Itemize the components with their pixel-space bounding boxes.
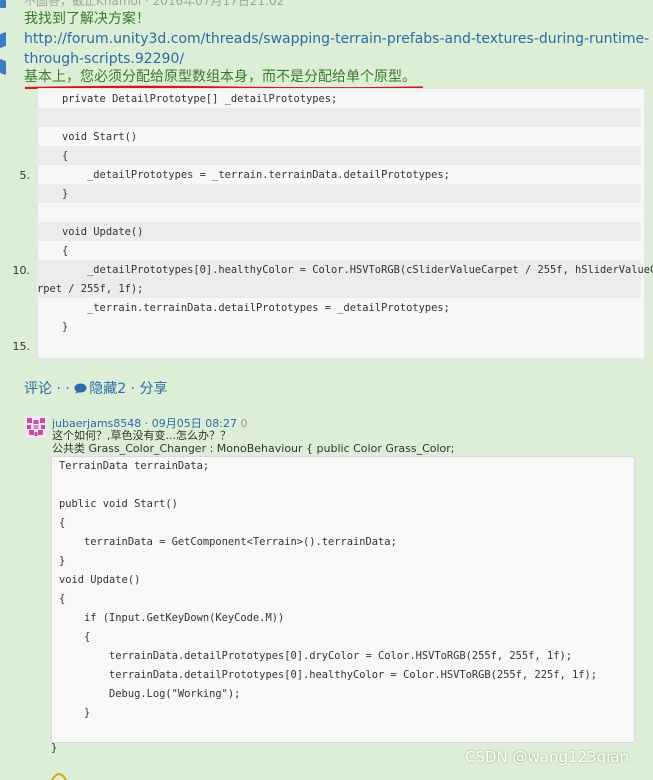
code2-line: public void Start() xyxy=(59,498,178,510)
line-number: 5. xyxy=(19,169,31,182)
code2-closing-brace: } xyxy=(51,742,58,754)
code1-line: { xyxy=(37,150,69,162)
code1-line: private DetailPrototype[] _detailPrototy… xyxy=(37,93,338,105)
csdn-watermark: CSDN @wang123qian xyxy=(465,748,630,766)
code2-line: if (Input.GetKeyDown(KeyCode.M)) xyxy=(59,612,285,624)
avatar[interactable] xyxy=(25,416,47,438)
separator: · xyxy=(130,381,136,397)
code-stripe xyxy=(37,146,641,165)
line-number: 10. xyxy=(12,264,31,277)
comment-text-2: 公共类 Grass_Color_Changer : MonoBehaviour … xyxy=(52,442,455,455)
code1-line: } xyxy=(37,188,69,200)
share-link[interactable]: 分享 xyxy=(140,381,168,397)
code2-line: void Update() xyxy=(59,574,141,586)
comment-link[interactable]: 评论 xyxy=(24,381,52,397)
next-comment-avatar xyxy=(51,773,67,780)
hide-comments-link[interactable]: 隐藏2 xyxy=(89,381,126,397)
code1-line: { xyxy=(37,245,69,257)
chat-bubble-icon xyxy=(74,383,87,394)
answer-actions: 评论 · · 隐藏2 · 分享 xyxy=(24,378,168,398)
code-stripe xyxy=(37,184,641,203)
answer-meta: 不固答，截止Khamol · 2016年07月17日21:02 xyxy=(24,0,285,8)
code-stripe xyxy=(37,108,641,127)
code2-line: terrainData = GetComponent<Terrain>().te… xyxy=(59,536,397,548)
code2-line: { xyxy=(59,593,66,605)
code1-line: rpet / 255f, 1f); xyxy=(37,283,144,295)
left-thread-bar xyxy=(0,31,6,49)
code1-line: _terrain.terrainData.detailPrototypes = … xyxy=(37,302,450,314)
comment-vote-count: 0 xyxy=(240,417,248,430)
separator: · xyxy=(65,381,70,397)
comment-text-1: 这个如何？,草色没有变...怎么办？？ xyxy=(52,429,231,442)
answer-intro: 我找到了解决方案！ xyxy=(24,11,150,27)
code1-line: void Start() xyxy=(37,131,138,143)
code1-line: } xyxy=(37,321,69,333)
line-number: 15. xyxy=(12,340,31,353)
code1-line: _detailPrototypes = _terrain.terrainData… xyxy=(37,169,450,181)
answer-link-line-2[interactable]: through-scripts.92290/ xyxy=(24,50,644,70)
code2-line: } xyxy=(59,707,91,719)
code2-line: { xyxy=(59,631,91,643)
answer-link[interactable]: http://forum.unity3d.com/threads/swappin… xyxy=(24,30,649,70)
code1-line: void Update() xyxy=(37,226,144,238)
code2-line: Debug.Log("Working"); xyxy=(59,688,241,700)
separator: · xyxy=(56,381,61,397)
left-thread-bar xyxy=(0,58,6,76)
answer-link-line-1[interactable]: http://forum.unity3d.com/threads/swappin… xyxy=(24,30,649,50)
code1-line: _detailPrototypes[0].healthyColor = Colo… xyxy=(37,264,653,276)
code2-line: TerrainData terrainData; xyxy=(59,460,210,472)
left-thread-bar xyxy=(0,0,6,8)
code2-line: terrainData.detailPrototypes[0].dryColor… xyxy=(59,650,572,662)
code2-line: } xyxy=(59,555,66,567)
code2-line: { xyxy=(59,517,66,529)
code2-line: terrainData.detailPrototypes[0].healthyC… xyxy=(59,669,597,681)
